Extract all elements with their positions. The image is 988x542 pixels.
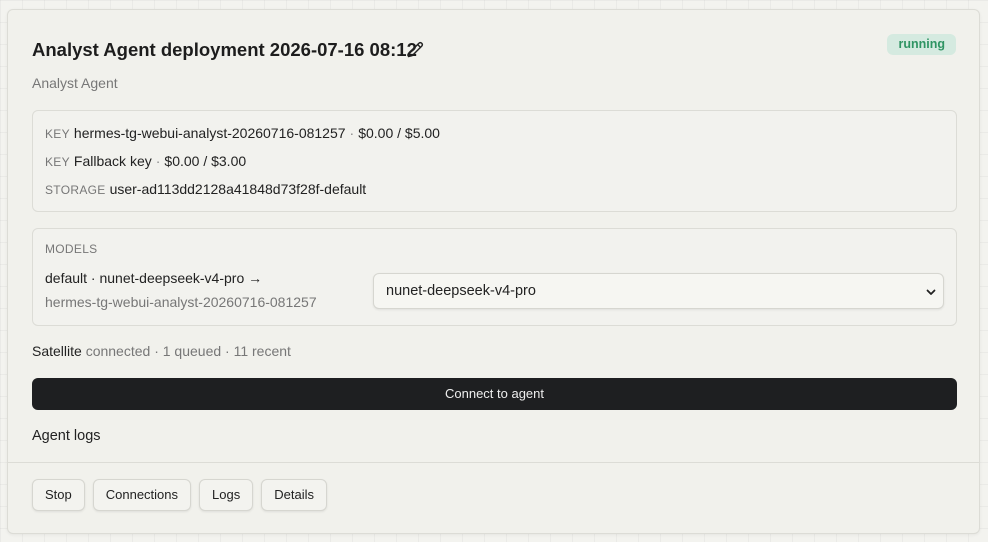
key-value: hermes-tg-webui-analyst-20260716-081257	[73, 125, 346, 141]
storage-value: user-ad113dd2128a41848d73f28f-default	[109, 181, 367, 197]
key-row-fallback: KEY Fallback key · $0.00 / $3.00	[45, 152, 246, 171]
storage-row: STORAGE user-ad113dd2128a41848d73f28f-def…	[45, 180, 366, 199]
connections-button[interactable]: Connections	[92, 479, 192, 511]
key-budget: $0.00 / $5.00	[358, 125, 440, 141]
satellite-status: Satellite connected · 1 queued · 11 rece…	[32, 343, 291, 359]
stop-button[interactable]: Stop	[32, 479, 85, 511]
pencil-icon[interactable]	[407, 41, 424, 58]
key-value: Fallback key	[73, 153, 152, 169]
model-target-key: hermes-tg-webui-analyst-20260716-081257	[45, 294, 317, 310]
connect-to-agent-button[interactable]: Connect to agent	[32, 378, 957, 410]
model-select[interactable]: nunet-deepseek-v4-pro	[373, 273, 944, 309]
agent-name: Analyst Agent	[32, 75, 118, 91]
page-title: Analyst Agent deployment 2026-07-16 08:1…	[32, 39, 417, 60]
satellite-state: connected · 1 queued · 11 recent	[85, 343, 291, 359]
storage-label: STORAGE	[45, 183, 106, 197]
key-budget: $0.00 / $3.00	[164, 153, 247, 169]
key-separator: ·	[155, 153, 161, 169]
chevron-down-icon	[926, 289, 936, 295]
divider	[8, 462, 979, 463]
key-row-primary: KEY hermes-tg-webui-analyst-20260716-0812…	[45, 124, 440, 143]
logs-button[interactable]: Logs	[199, 479, 254, 511]
credentials-panel: KEY hermes-tg-webui-analyst-20260716-0812…	[32, 110, 957, 212]
model-mapping: default · nunet-deepseek-v4-pro →	[45, 270, 263, 286]
action-bar: Stop Connections Logs Details	[32, 479, 327, 511]
details-button[interactable]: Details	[261, 479, 327, 511]
key-label: KEY	[45, 127, 70, 141]
satellite-label: Satellite	[32, 343, 82, 359]
agent-logs-heading: Agent logs	[32, 428, 101, 444]
key-separator: ·	[349, 125, 355, 141]
model-select-value: nunet-deepseek-v4-pro	[386, 283, 536, 299]
status-badge: running	[887, 34, 956, 55]
deployment-card: Analyst Agent deployment 2026-07-16 08:1…	[7, 9, 980, 534]
card-header: Analyst Agent deployment 2026-07-16 08:1…	[32, 34, 956, 64]
models-panel: MODELS default · nunet-deepseek-v4-pro →…	[32, 228, 957, 326]
models-label: MODELS	[45, 242, 98, 256]
key-label: KEY	[45, 155, 70, 169]
